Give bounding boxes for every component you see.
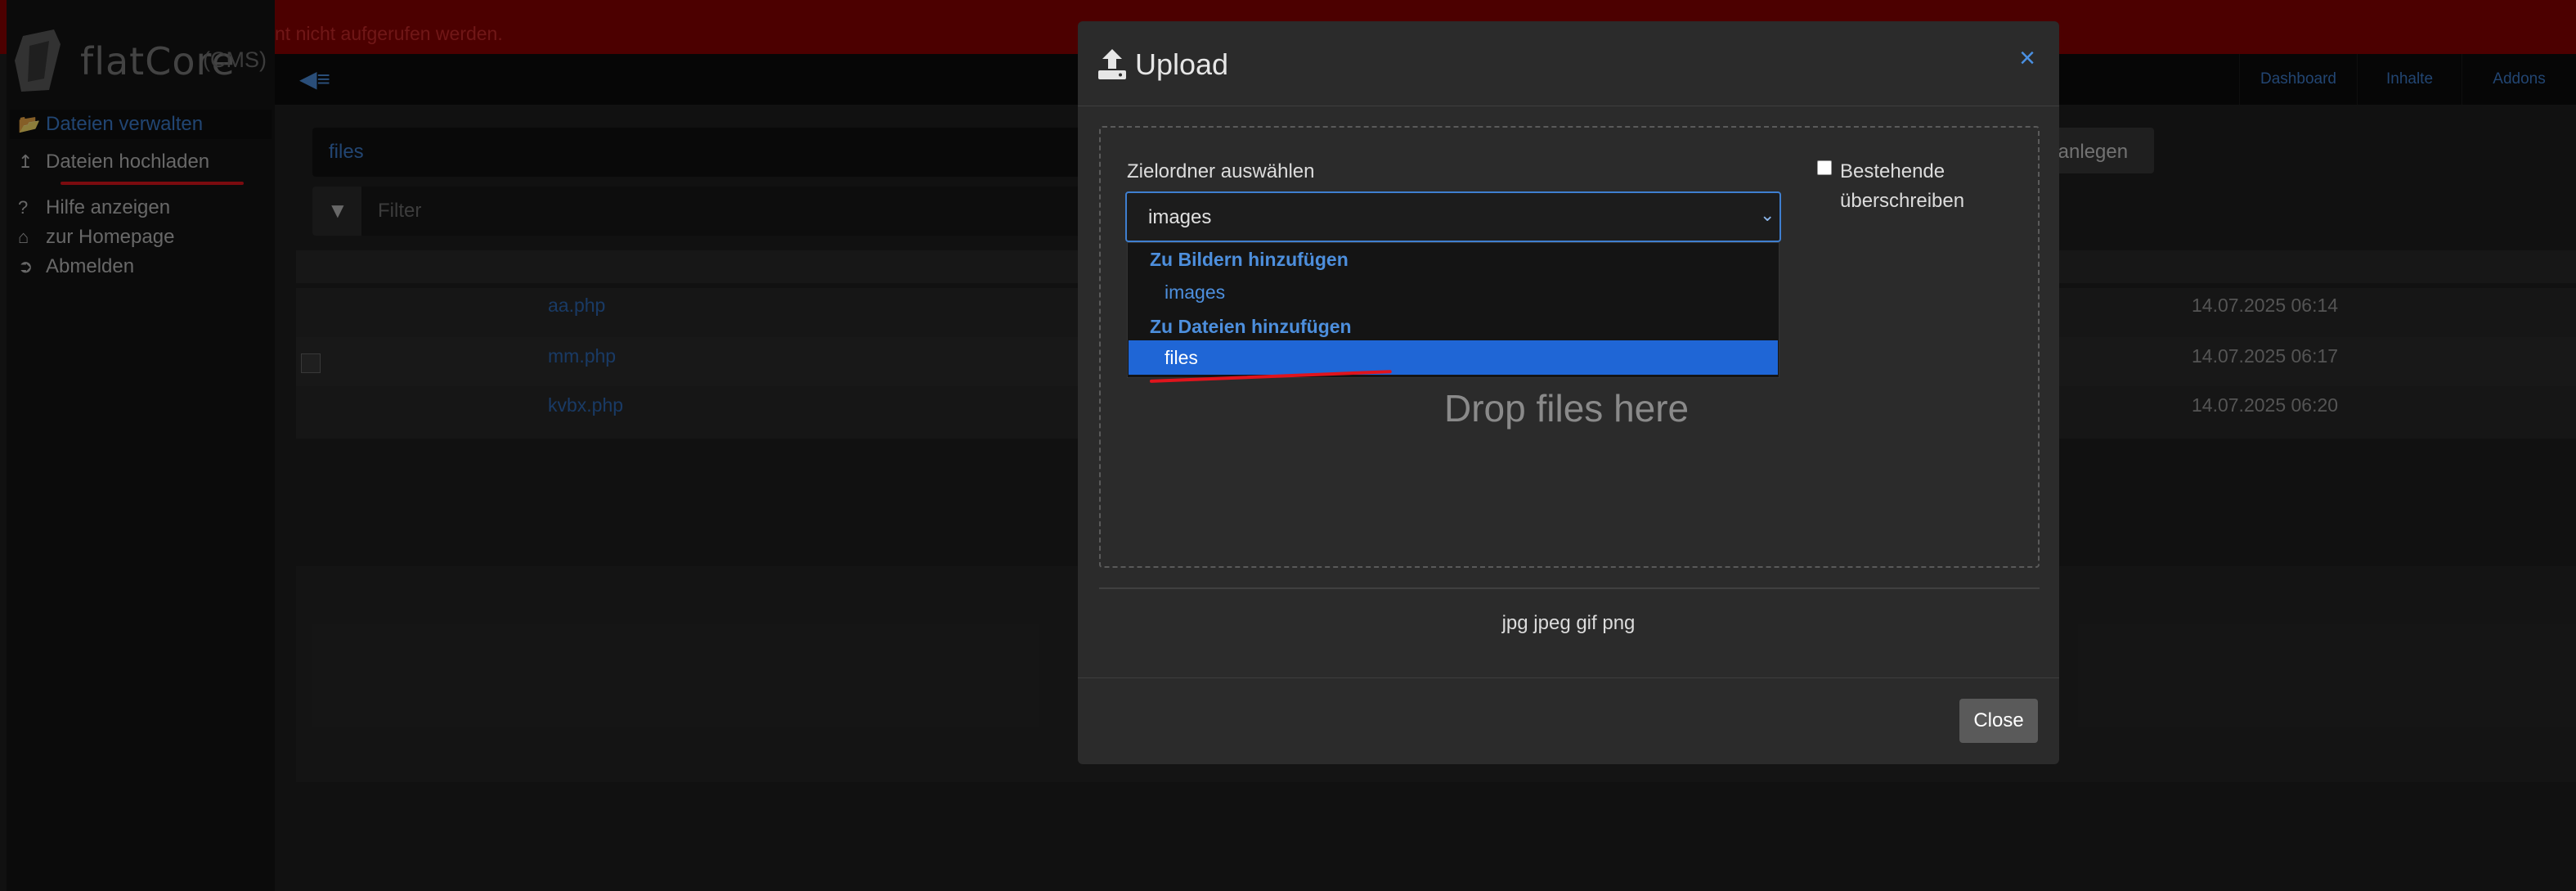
- close-icon[interactable]: ×: [2015, 44, 2040, 72]
- target-folder-select-value: images: [1148, 206, 1212, 228]
- upload-icon: [1098, 49, 1126, 79]
- overwrite-checkbox[interactable]: [1817, 160, 1832, 175]
- modal-footer-divider: [1078, 677, 2059, 678]
- target-folder-select[interactable]: [1125, 191, 1781, 242]
- dropdown-group-label: Zu Dateien hinzufügen: [1150, 316, 1352, 337]
- divider: [1099, 587, 2040, 589]
- modal-title: Upload: [1135, 47, 1229, 81]
- overwrite-label: Bestehende überschreiben: [1840, 160, 1965, 212]
- chevron-down-icon: ⌄: [1760, 205, 1775, 225]
- close-button[interactable]: Close: [1959, 699, 2038, 743]
- dropdown-option-images[interactable]: images: [1129, 275, 1778, 309]
- allowed-extensions: jpg jpeg gif png: [1501, 612, 1636, 634]
- target-folder-label: Zielordner auswählen: [1127, 160, 1315, 182]
- dropdown-option-files[interactable]: files: [1129, 340, 1778, 375]
- drop-zone-text: Drop files here: [1444, 387, 1690, 430]
- dropdown-group-label: Zu Bildern hinzufügen: [1150, 249, 1349, 270]
